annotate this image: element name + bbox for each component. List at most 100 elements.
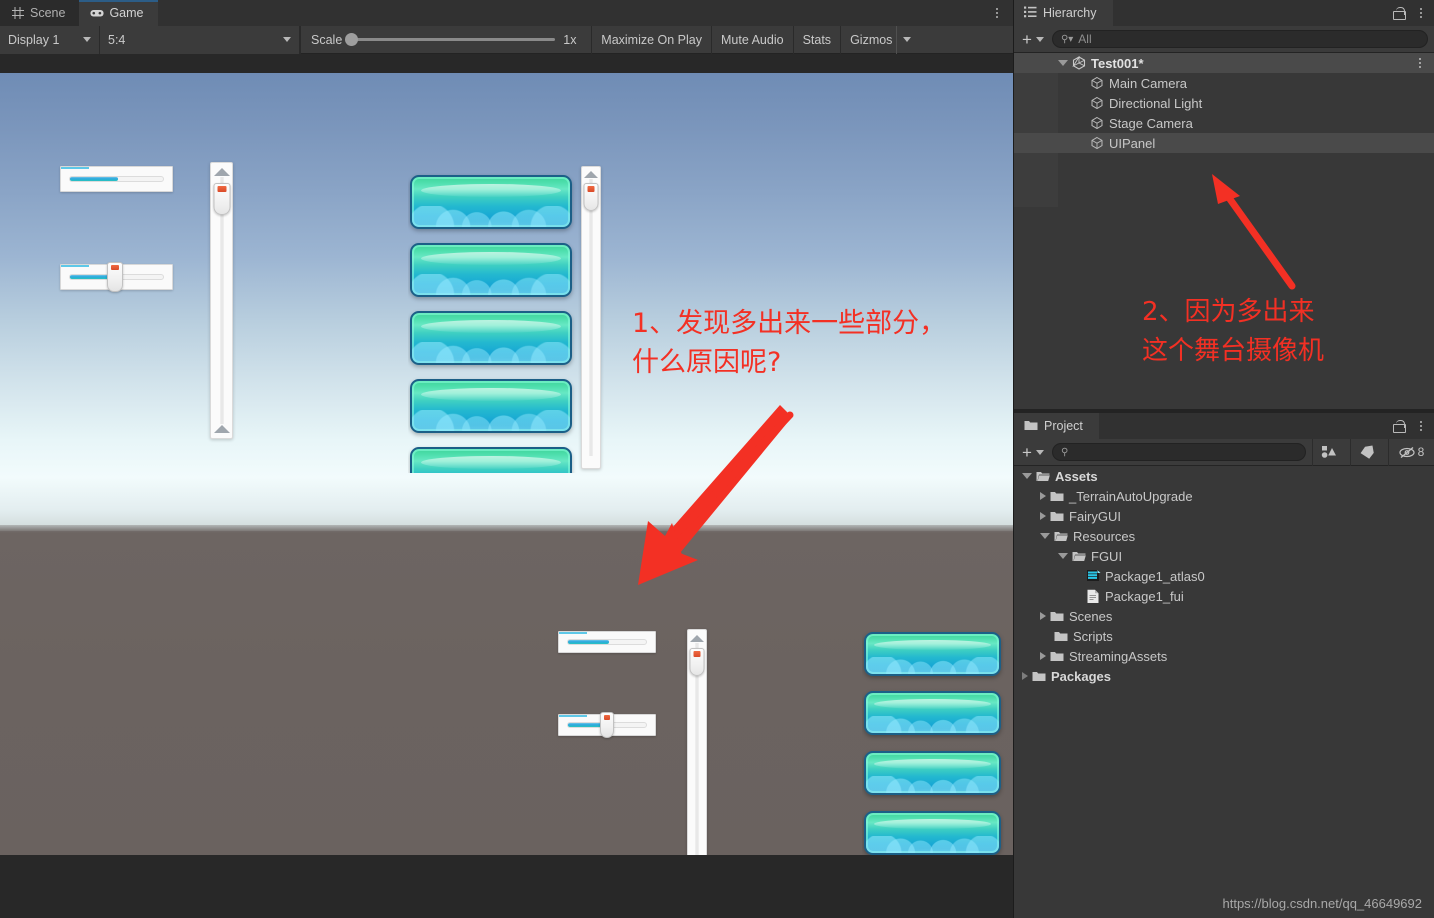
mute-audio-button[interactable]: Mute Audio bbox=[712, 26, 794, 54]
gizmos-dropdown[interactable] bbox=[896, 26, 919, 54]
green-button[interactable] bbox=[864, 751, 1001, 795]
progress-bar-track bbox=[567, 639, 647, 645]
green-button[interactable] bbox=[410, 447, 572, 473]
chevron-down-icon[interactable] bbox=[1058, 60, 1068, 66]
chevron-right-icon[interactable] bbox=[1040, 512, 1046, 520]
tab-hierarchy[interactable]: Hierarchy bbox=[1014, 0, 1113, 26]
slider-upper-1[interactable] bbox=[60, 264, 173, 290]
hierarchy-search-input[interactable]: ⚲▾ All bbox=[1052, 30, 1428, 48]
scene-options-icon[interactable] bbox=[1414, 55, 1426, 71]
search-by-label-icon[interactable] bbox=[1350, 439, 1382, 466]
hierarchy-search-text: All bbox=[1078, 32, 1091, 46]
scrollbar-track bbox=[696, 643, 699, 864]
project-item-streamingassets[interactable]: StreamingAssets bbox=[1014, 646, 1434, 666]
button-gloss bbox=[421, 388, 560, 401]
slider-lower-1[interactable] bbox=[558, 714, 656, 736]
chevron-down-icon bbox=[83, 37, 91, 42]
tab-game[interactable]: Game bbox=[79, 0, 157, 26]
stats-button[interactable]: Stats bbox=[794, 26, 842, 54]
scrollbar-thumb[interactable] bbox=[213, 183, 230, 215]
scroll-up-arrow-icon[interactable] bbox=[214, 168, 230, 176]
tab-project[interactable]: Project bbox=[1014, 413, 1099, 439]
slider-knob[interactable] bbox=[600, 712, 614, 738]
green-button[interactable] bbox=[864, 691, 1001, 735]
hierarchy-item-stage-camera[interactable]: Stage Camera bbox=[1014, 113, 1434, 133]
project-item-scenes[interactable]: Scenes bbox=[1014, 606, 1434, 626]
button-list-lower[interactable] bbox=[862, 630, 1007, 885]
project-item-resources[interactable]: Resources bbox=[1014, 526, 1434, 546]
project-options-icon[interactable] bbox=[1414, 416, 1428, 436]
chevron-down-icon[interactable] bbox=[1040, 533, 1050, 539]
annotation-2-arrow bbox=[1192, 166, 1302, 291]
green-button[interactable] bbox=[410, 379, 572, 433]
game-render-area[interactable]: 1、发现多出来一些部分， 什么原因呢? bbox=[0, 73, 1014, 885]
chevron-right-icon[interactable] bbox=[1040, 492, 1046, 500]
project-item-label: FGUI bbox=[1091, 549, 1122, 564]
list-scrollbar-upper[interactable] bbox=[581, 166, 601, 469]
chevron-down-icon bbox=[1036, 450, 1044, 455]
unity-scene-icon bbox=[1072, 56, 1086, 70]
project-item-assets[interactable]: Assets bbox=[1014, 466, 1434, 486]
project-item-fairygui[interactable]: FairyGUI bbox=[1014, 506, 1434, 526]
slider-knob[interactable] bbox=[107, 262, 123, 292]
scrollbar-thumb[interactable] bbox=[584, 183, 599, 211]
lock-icon[interactable] bbox=[1393, 420, 1404, 433]
chevron-right-icon[interactable] bbox=[1040, 652, 1046, 660]
project-item-terrain-auto-upgrade[interactable]: _TerrainAutoUpgrade bbox=[1014, 486, 1434, 506]
project-item-package1-fui[interactable]: Package1_fui bbox=[1014, 586, 1434, 606]
game-view-letterbox bbox=[0, 855, 1014, 885]
project-search-input[interactable]: ⚲ bbox=[1052, 443, 1306, 461]
gameobject-cube-icon bbox=[1090, 136, 1104, 150]
search-by-type-icon[interactable] bbox=[1312, 439, 1344, 466]
chevron-down-icon[interactable] bbox=[1022, 473, 1032, 479]
green-button[interactable] bbox=[410, 311, 572, 365]
project-item-fgui[interactable]: FGUI bbox=[1014, 546, 1434, 566]
gizmos-button[interactable]: Gizmos bbox=[841, 26, 896, 54]
progress-bar-accent bbox=[61, 167, 89, 169]
green-button[interactable] bbox=[864, 811, 1001, 855]
hierarchy-tab-bar: Hierarchy bbox=[1014, 0, 1434, 26]
hidden-packages-toggle[interactable]: 8 bbox=[1388, 439, 1434, 466]
project-item-label: Scenes bbox=[1069, 609, 1112, 624]
scale-slider[interactable] bbox=[350, 38, 555, 41]
project-item-label: FairyGUI bbox=[1069, 509, 1121, 524]
scale-slider-knob[interactable] bbox=[345, 33, 358, 46]
tab-scene[interactable]: Scene bbox=[0, 0, 79, 26]
project-add-button[interactable]: + bbox=[1020, 444, 1046, 461]
project-item-package1-atlas0[interactable]: Package1_atlas0 bbox=[1014, 566, 1434, 586]
hierarchy-item-label: Directional Light bbox=[1109, 96, 1202, 111]
scrollbar-track bbox=[590, 179, 593, 456]
hierarchy-item-uipanel[interactable]: UIPanel bbox=[1014, 133, 1434, 153]
scrollbar-upper-1[interactable] bbox=[210, 162, 233, 439]
scroll-up-arrow-icon[interactable] bbox=[584, 171, 598, 178]
scroll-down-arrow-icon[interactable] bbox=[214, 425, 230, 433]
display-dropdown[interactable]: Display 1 bbox=[0, 26, 100, 54]
project-item-label: Packages bbox=[1051, 669, 1111, 684]
chevron-right-icon[interactable] bbox=[1022, 672, 1028, 680]
aspect-dropdown[interactable]: 5:4 bbox=[100, 26, 300, 54]
hidden-packages-count: 8 bbox=[1418, 445, 1425, 459]
scrollbar-thumb[interactable] bbox=[690, 648, 705, 676]
lock-icon[interactable] bbox=[1393, 7, 1404, 20]
progress-bar-accent bbox=[559, 632, 587, 634]
green-button[interactable] bbox=[864, 632, 1001, 676]
green-button[interactable] bbox=[410, 243, 572, 297]
hierarchy-item-main-camera[interactable]: Main Camera bbox=[1014, 73, 1434, 93]
progress-bar-lower-1[interactable] bbox=[558, 631, 656, 653]
scrollbar-lower-1[interactable] bbox=[687, 629, 707, 878]
green-button[interactable] bbox=[410, 175, 572, 229]
chevron-right-icon[interactable] bbox=[1040, 612, 1046, 620]
scroll-up-arrow-icon[interactable] bbox=[690, 635, 704, 642]
maximize-on-play-button[interactable]: Maximize On Play bbox=[592, 26, 712, 54]
progress-bar-upper-1[interactable] bbox=[60, 166, 173, 192]
project-item-packages[interactable]: Packages bbox=[1014, 666, 1434, 686]
game-view-options-icon[interactable] bbox=[990, 3, 1004, 23]
hierarchy-item-scene[interactable]: Test001* bbox=[1014, 53, 1434, 73]
project-item-scripts[interactable]: Scripts bbox=[1014, 626, 1434, 646]
chevron-down-icon[interactable] bbox=[1058, 553, 1068, 559]
hierarchy-add-button[interactable]: + bbox=[1020, 31, 1046, 48]
progress-bar-fill bbox=[568, 640, 609, 644]
hierarchy-item-directional-light[interactable]: Directional Light bbox=[1014, 93, 1434, 113]
hierarchy-options-icon[interactable] bbox=[1414, 3, 1428, 23]
button-list-upper[interactable] bbox=[408, 173, 578, 473]
